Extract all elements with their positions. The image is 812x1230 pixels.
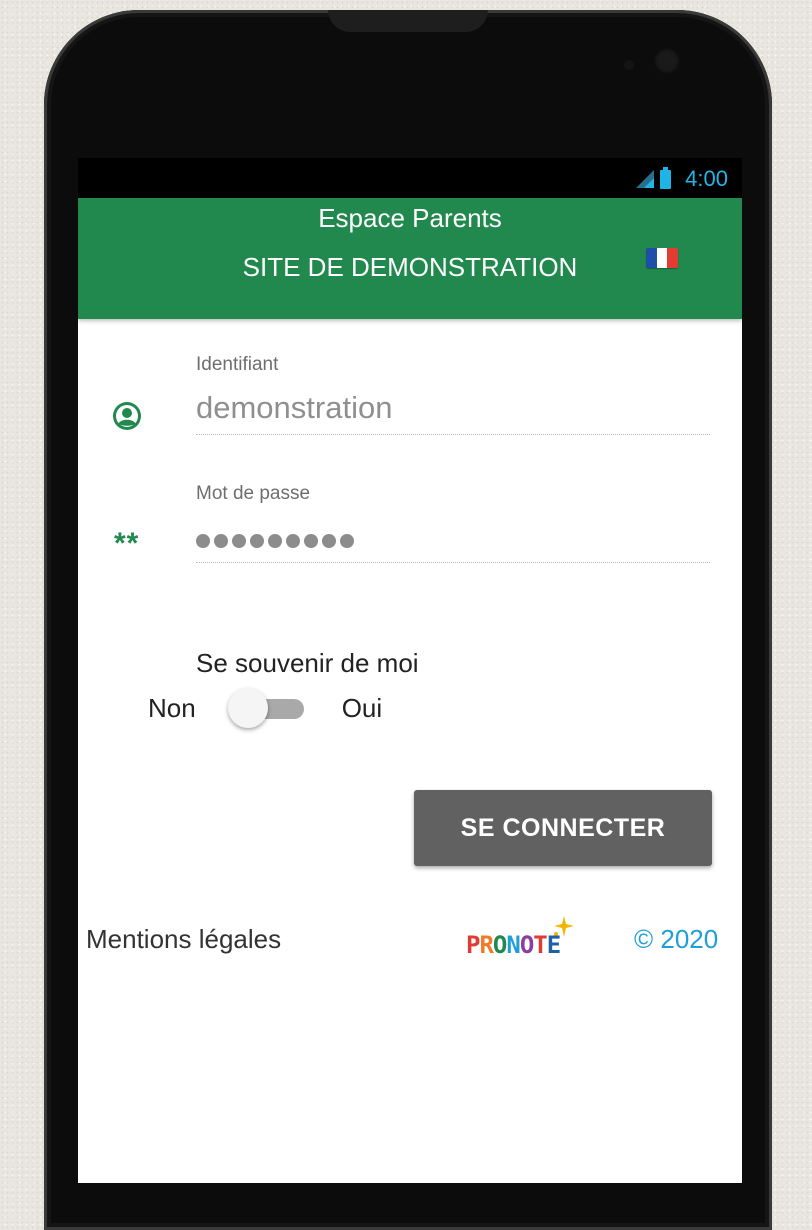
password-mask-dot bbox=[286, 534, 300, 548]
status-time: 4:00 bbox=[685, 166, 728, 191]
french-flag-icon[interactable] bbox=[646, 248, 678, 268]
remember-me-toggle[interactable] bbox=[227, 688, 308, 728]
signal-icon bbox=[636, 170, 655, 188]
battery-icon bbox=[660, 166, 672, 189]
app-header: Espace Parents SITE DE DEMONSTRATION bbox=[78, 198, 742, 319]
logo-letter: O bbox=[519, 931, 534, 959]
status-bar: 4:00 bbox=[78, 158, 742, 198]
pronote-logo: PRONOTE bbox=[466, 916, 606, 962]
user-circle-icon bbox=[113, 402, 141, 430]
copyright-text: © 2020 bbox=[634, 924, 719, 954]
logo-letter: E bbox=[546, 931, 561, 959]
phone-speaker bbox=[328, 10, 488, 32]
toggle-knob[interactable] bbox=[227, 688, 268, 728]
flag-band-white bbox=[656, 248, 668, 268]
logo-letter: T bbox=[533, 931, 547, 959]
identifiant-field[interactable]: demonstration bbox=[196, 390, 710, 435]
legal-mentions-link[interactable]: Mentions légales bbox=[86, 924, 281, 955]
logo-letter: N bbox=[506, 931, 520, 959]
toggle-on-label: Oui bbox=[341, 692, 383, 723]
password-icon: ** bbox=[114, 527, 140, 560]
logo-letter: P bbox=[466, 931, 480, 959]
phone-sensor bbox=[624, 60, 634, 70]
toggle-off-label: Non bbox=[148, 692, 196, 723]
logo-letter: R bbox=[479, 931, 493, 959]
password-mask-dot bbox=[268, 534, 282, 548]
flag-band-red bbox=[667, 248, 678, 268]
password-mask-dot bbox=[340, 534, 354, 548]
front-camera bbox=[654, 48, 680, 74]
logo-letter: O bbox=[492, 931, 507, 959]
password-mask-dot bbox=[304, 534, 318, 548]
password-field[interactable] bbox=[196, 520, 710, 563]
status-indicators: 4:00 bbox=[636, 166, 728, 192]
identifiant-label: Identifiant bbox=[196, 354, 279, 375]
header-subtitle: SITE DE DEMONSTRATION bbox=[242, 252, 578, 282]
header-title: Espace Parents bbox=[318, 203, 502, 233]
password-mask-dot bbox=[232, 534, 246, 548]
app-screen: 4:00 Espace Parents SITE DE DEMONSTRATIO… bbox=[78, 158, 742, 1183]
flag-band-blue bbox=[646, 248, 657, 268]
pronote-logo-text: PRONOTE bbox=[466, 931, 561, 959]
password-mask-dot bbox=[214, 534, 228, 548]
password-mask-dot bbox=[322, 534, 336, 548]
connect-button[interactable]: SE CONNECTER bbox=[414, 790, 712, 866]
password-mask-dot bbox=[196, 534, 210, 548]
remember-me-label: Se souvenir de moi bbox=[196, 648, 419, 678]
remember-me-row: Non Oui bbox=[148, 688, 382, 728]
password-label: Mot de passe bbox=[196, 483, 311, 504]
password-mask-dot bbox=[250, 534, 264, 548]
